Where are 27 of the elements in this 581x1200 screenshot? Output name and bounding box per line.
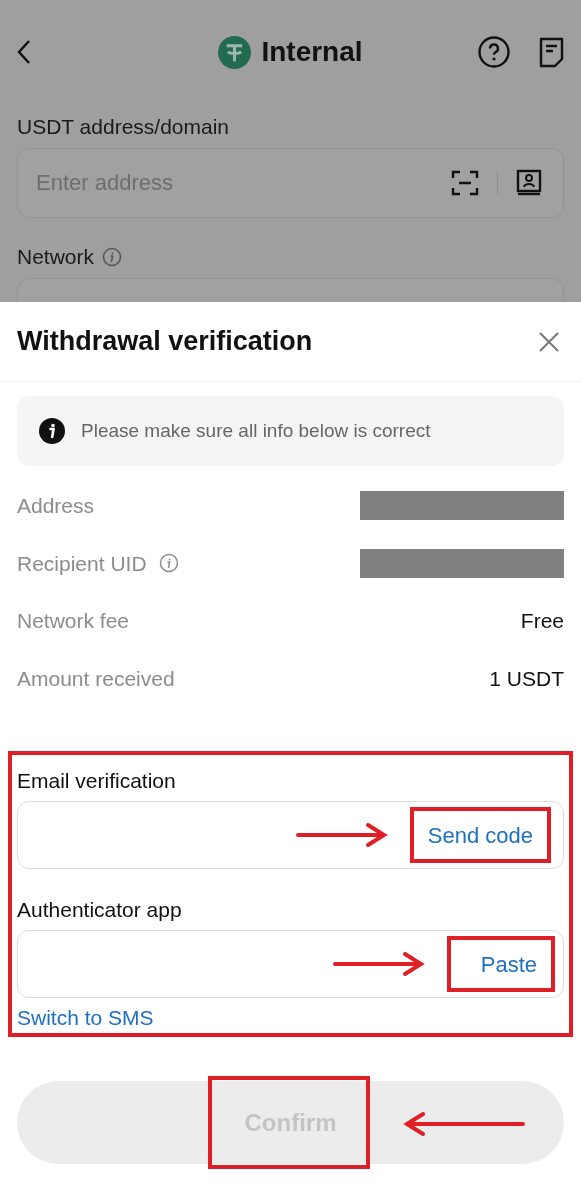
field-label: Network — [17, 244, 95, 270]
code-field[interactable]: Paste — [17, 930, 564, 998]
switch-link[interactable]: Switch to SMS — [17, 1006, 564, 1030]
field-label: Email verification — [17, 768, 177, 794]
detail-label: Address — [17, 493, 95, 519]
coin-icon — [218, 35, 252, 69]
send-code-button[interactable]: Send code — [409, 807, 551, 863]
sheet-title: Withdrawal verification — [17, 325, 313, 359]
info-icon — [102, 247, 123, 267]
page-title: Internal — [261, 35, 363, 69]
back-icon[interactable] — [17, 39, 31, 65]
scan-icon[interactable] — [451, 170, 479, 196]
paste-button[interactable]: Paste — [447, 936, 555, 992]
help-icon[interactable] — [478, 36, 510, 68]
document-icon[interactable] — [539, 36, 564, 68]
detail-value: 1 USDT — [489, 665, 564, 692]
address-book-icon[interactable] — [516, 169, 542, 197]
detail-label: Recipient UID — [17, 550, 147, 577]
field-label: USDT address/domain — [17, 114, 231, 140]
detail-label: Amount received — [17, 665, 175, 692]
detail-value: Free — [520, 608, 564, 634]
close-icon[interactable] — [538, 330, 560, 353]
field-label: Authenticator app — [17, 897, 183, 923]
info-icon — [39, 418, 65, 444]
notice-text: Please make sure all info below is correct — [81, 418, 431, 443]
code-field[interactable]: Send code — [17, 801, 564, 869]
detail-label: Network fee — [17, 608, 130, 634]
